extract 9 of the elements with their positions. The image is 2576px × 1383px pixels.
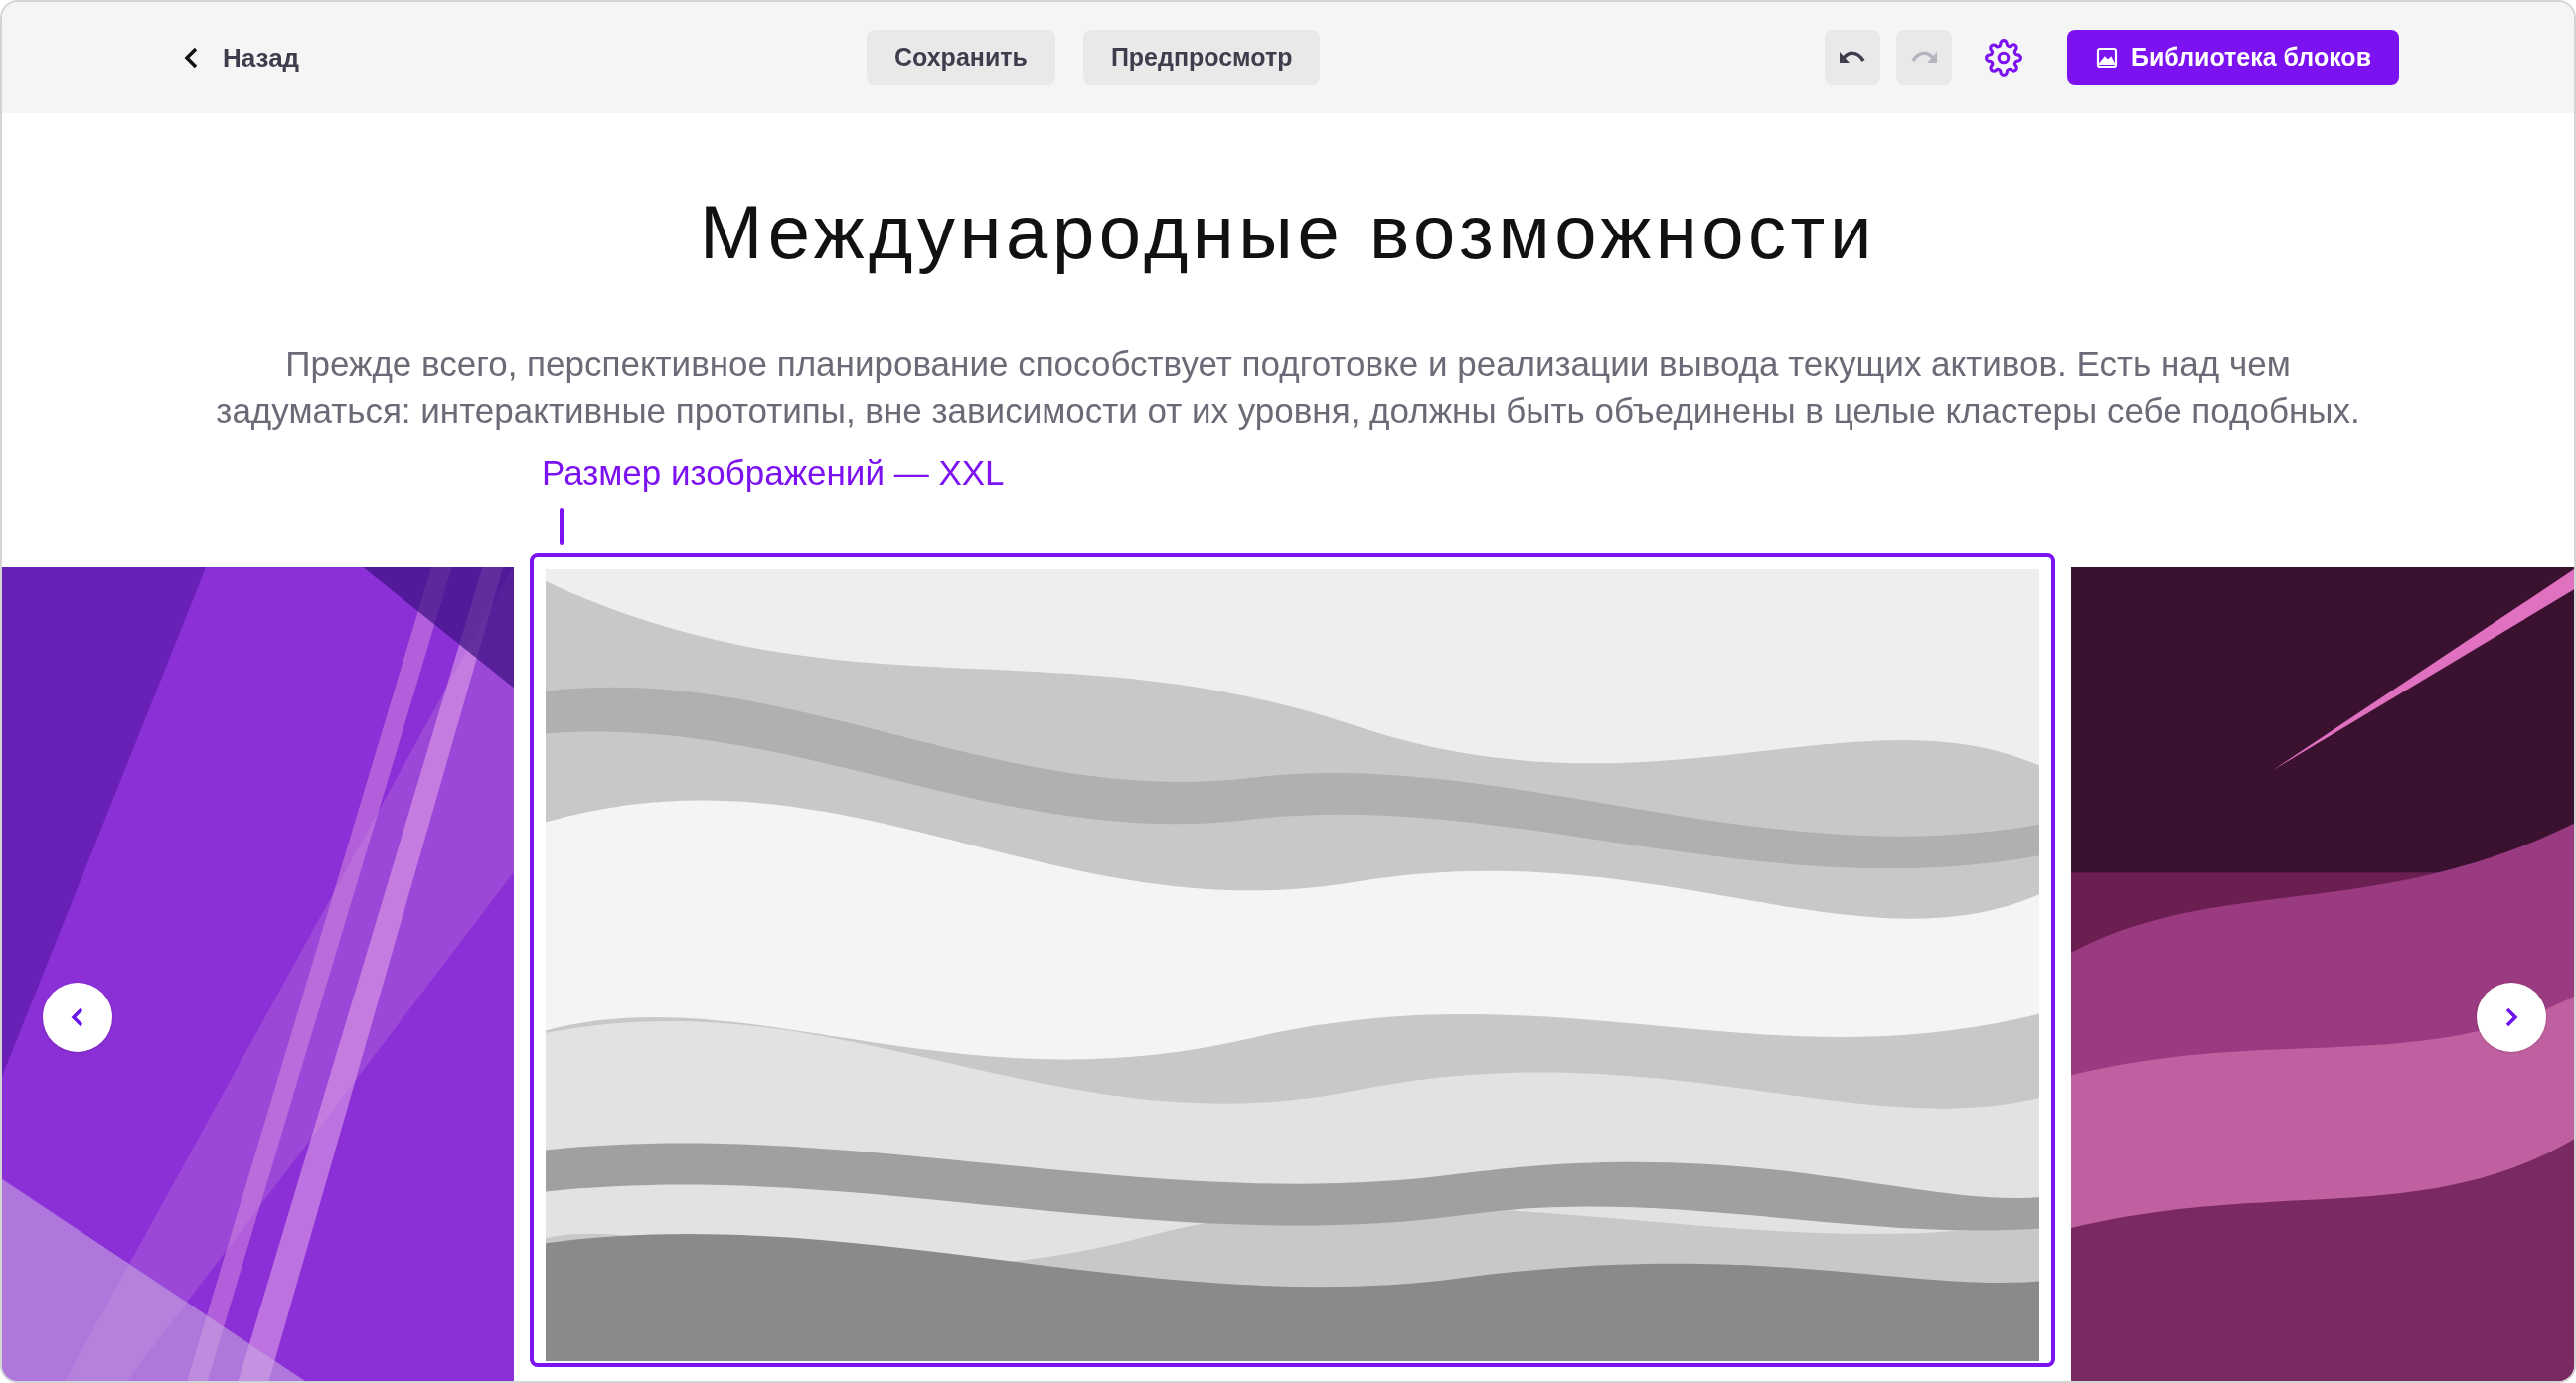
toolbar-button[interactable]: Предпросмотр [1082, 30, 1321, 85]
settings-icon [1984, 39, 2022, 77]
section-description: Прежде всего, перспективное планирование способствует подготовке и реализации вывода текущих активов. Есть над чем задуматься: интерактивные прототипы, вне зависимости от их уровня, должны быть объединены в целые кластеры себе подобных. [215, 343, 2361, 432]
back-link[interactable]: Назад [181, 38, 300, 77]
annotation-label: Размер изображений — XXL [542, 452, 1005, 494]
block-library-button[interactable]: Библиотека блоков [2066, 30, 2399, 85]
undo-button[interactable] [1824, 30, 1880, 85]
toolbar-button[interactable]: Сохранить [867, 30, 1055, 85]
image-icon [2094, 46, 2119, 70]
